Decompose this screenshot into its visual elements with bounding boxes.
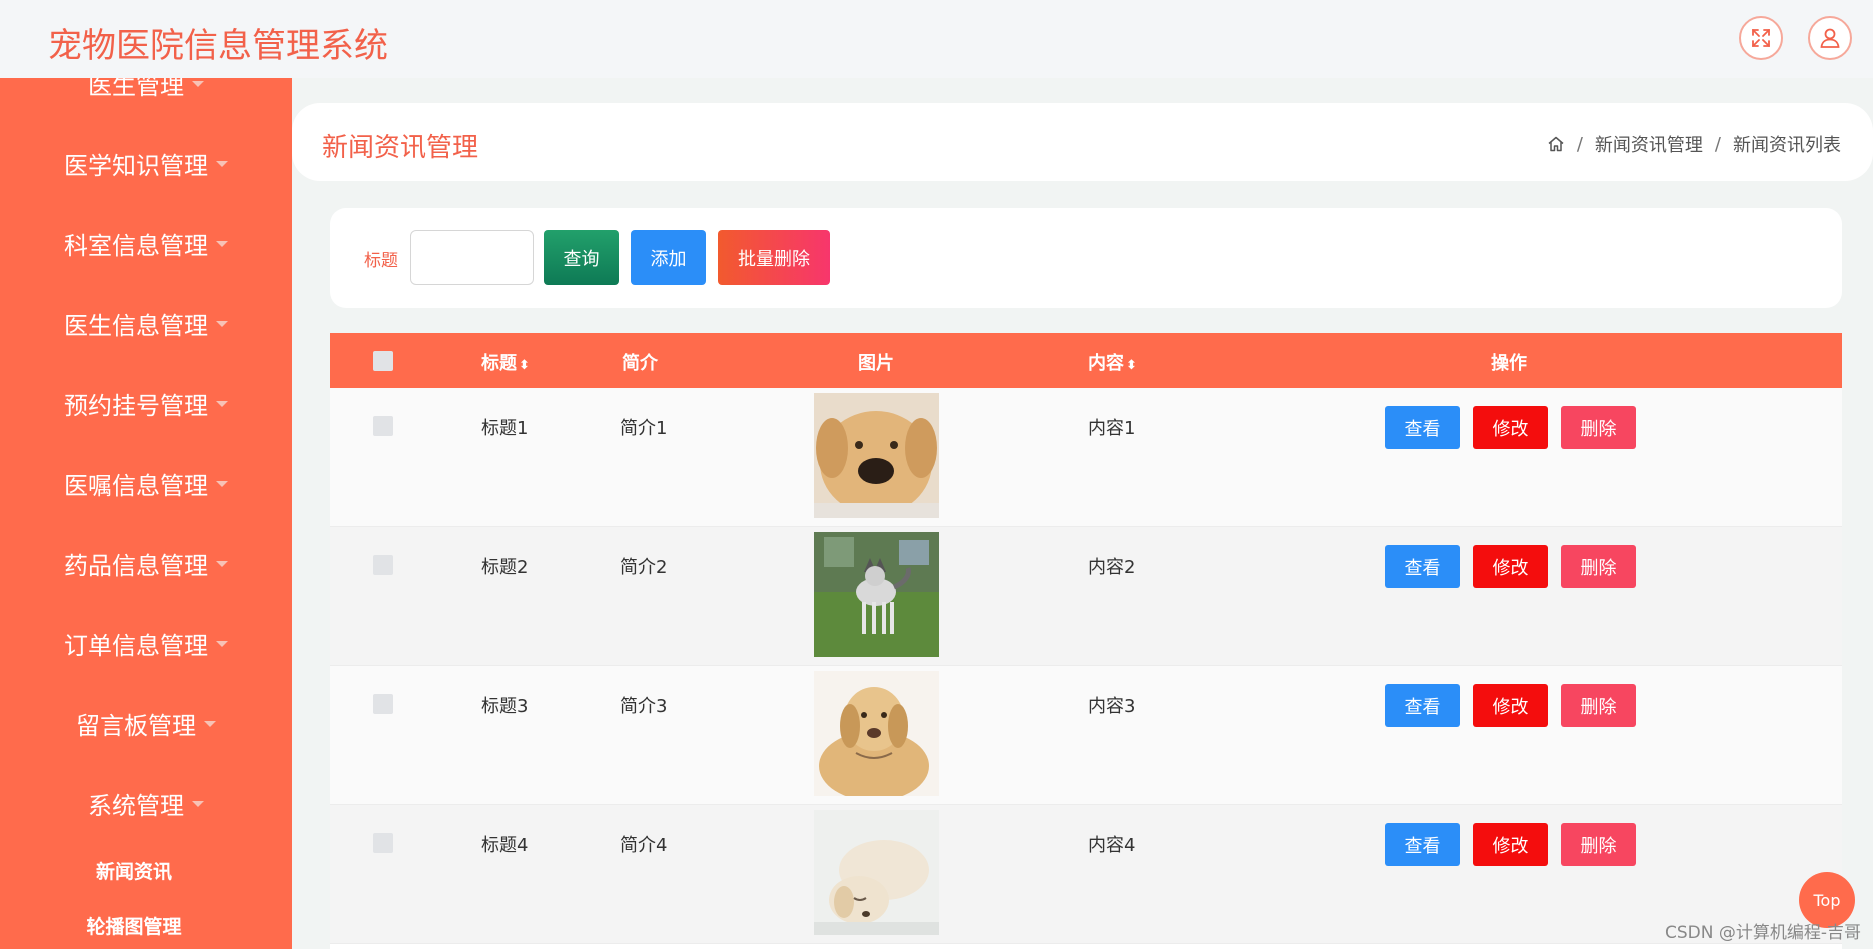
column-header-title[interactable]: 标题 ⬍ bbox=[481, 349, 530, 375]
chevron-down-icon bbox=[216, 161, 228, 167]
cell-title: 标题4 bbox=[481, 835, 529, 856]
sort-icon: ⬍ bbox=[519, 358, 530, 373]
column-header-actions: 操作 bbox=[1491, 353, 1527, 374]
breadcrumb-separator: / bbox=[1714, 133, 1721, 155]
edit-button[interactable]: 修改 bbox=[1473, 545, 1548, 588]
sidebar-item-doctor-info[interactable]: 医生信息管理 bbox=[0, 306, 292, 341]
row-checkbox[interactable] bbox=[373, 694, 393, 714]
cell-title: 标题3 bbox=[481, 696, 529, 717]
user-icon bbox=[1820, 28, 1840, 48]
fullscreen-icon bbox=[1752, 29, 1770, 47]
sidebar-item-doctor[interactable]: 医生管理 bbox=[0, 78, 292, 101]
table-row: 标题3 简介3 内容3 查看 修改 删除 bbox=[330, 666, 1842, 805]
chevron-down-icon bbox=[204, 721, 216, 727]
news-table: 标题 ⬍ 简介 图片 内容 ⬍ 操作 标题1 简介1 内容1 查看 修改 删除 … bbox=[330, 333, 1842, 949]
search-title-label: 标题 bbox=[364, 251, 398, 271]
fullscreen-button[interactable] bbox=[1739, 16, 1783, 60]
batch-delete-button[interactable]: 批量删除 bbox=[718, 230, 830, 285]
chevron-down-icon bbox=[216, 561, 228, 567]
search-title-input[interactable] bbox=[410, 230, 534, 285]
cell-summary: 简介1 bbox=[620, 418, 668, 439]
delete-button[interactable]: 删除 bbox=[1561, 406, 1636, 449]
breadcrumb-item-news-management[interactable]: 新闻资讯管理 bbox=[1595, 131, 1703, 157]
cell-title: 标题1 bbox=[481, 418, 529, 439]
chevron-down-icon bbox=[216, 401, 228, 407]
view-button[interactable]: 查看 bbox=[1385, 823, 1460, 866]
sidebar-subitem-carousel[interactable]: 轮播图管理 bbox=[0, 912, 268, 939]
chevron-down-icon bbox=[216, 241, 228, 247]
column-header-image: 图片 bbox=[858, 353, 894, 374]
news-image bbox=[814, 393, 939, 518]
sidebar-item-system[interactable]: 系统管理 bbox=[0, 786, 292, 821]
page-title: 新闻资讯管理 bbox=[322, 133, 479, 163]
breadcrumb-item-news-list: 新闻资讯列表 bbox=[1733, 135, 1841, 156]
cell-content: 内容3 bbox=[1088, 696, 1136, 717]
table-row: 标题2 简介2 内容2 查看 修改 删除 bbox=[330, 527, 1842, 666]
sidebar: 医生管理 医学知识管理 科室信息管理 医生信息管理 预约挂号管理 医嘱信息管理 … bbox=[0, 78, 292, 949]
sidebar-item-orders[interactable]: 订单信息管理 bbox=[0, 626, 292, 661]
news-image bbox=[814, 810, 939, 935]
cell-summary: 简介4 bbox=[620, 835, 668, 856]
main-content: 新闻资讯管理 / 新闻资讯管理 / 新闻资讯列表 标题 查询 添加 批量删除 标… bbox=[292, 78, 1873, 949]
top-header: 宠物医院信息管理系统 bbox=[0, 0, 1873, 78]
sidebar-item-appointment[interactable]: 预约挂号管理 bbox=[0, 386, 292, 421]
view-button[interactable]: 查看 bbox=[1385, 684, 1460, 727]
delete-button[interactable]: 删除 bbox=[1561, 545, 1636, 588]
chevron-down-icon bbox=[216, 641, 228, 647]
chevron-down-icon bbox=[192, 801, 204, 807]
add-button[interactable]: 添加 bbox=[631, 230, 706, 285]
sidebar-item-knowledge[interactable]: 医学知识管理 bbox=[0, 146, 292, 181]
view-button[interactable]: 查看 bbox=[1385, 545, 1460, 588]
delete-button[interactable]: 删除 bbox=[1561, 684, 1636, 727]
sidebar-item-medicine[interactable]: 药品信息管理 bbox=[0, 546, 292, 581]
sidebar-item-department[interactable]: 科室信息管理 bbox=[0, 226, 292, 261]
dog-photo-icon bbox=[814, 671, 939, 796]
delete-button[interactable]: 删除 bbox=[1561, 823, 1636, 866]
cell-summary: 简介3 bbox=[620, 696, 668, 717]
query-button[interactable]: 查询 bbox=[544, 230, 619, 285]
edit-button[interactable]: 修改 bbox=[1473, 406, 1548, 449]
breadcrumb: / 新闻资讯管理 / 新闻资讯列表 bbox=[1547, 131, 1841, 157]
home-icon[interactable] bbox=[1547, 135, 1565, 153]
table-header: 标题 ⬍ 简介 图片 内容 ⬍ 操作 bbox=[330, 333, 1842, 388]
cell-content: 内容1 bbox=[1088, 418, 1136, 439]
watermark: CSDN @计算机编程-吉哥 bbox=[1664, 923, 1861, 943]
chevron-down-icon bbox=[216, 481, 228, 487]
view-button[interactable]: 查看 bbox=[1385, 406, 1460, 449]
column-header-content[interactable]: 内容 ⬍ bbox=[1088, 349, 1137, 375]
table-row: 标题4 简介4 内容4 查看 修改 删除 bbox=[330, 805, 1842, 944]
edit-button[interactable]: 修改 bbox=[1473, 684, 1548, 727]
row-checkbox[interactable] bbox=[373, 833, 393, 853]
app-title: 宠物医院信息管理系统 bbox=[48, 26, 388, 66]
page-header-card: 新闻资讯管理 / 新闻资讯管理 / 新闻资讯列表 bbox=[292, 103, 1873, 181]
dog-photo-icon bbox=[814, 532, 939, 657]
dog-photo-icon bbox=[814, 393, 939, 518]
select-all-checkbox[interactable] bbox=[373, 351, 393, 371]
chevron-down-icon bbox=[216, 321, 228, 327]
sidebar-item-orders-medical[interactable]: 医嘱信息管理 bbox=[0, 466, 292, 501]
column-header-summary: 简介 bbox=[622, 353, 658, 374]
breadcrumb-separator: / bbox=[1576, 133, 1583, 155]
dog-photo-icon bbox=[814, 810, 939, 935]
news-image bbox=[814, 671, 939, 796]
sort-icon: ⬍ bbox=[1126, 358, 1137, 373]
row-checkbox[interactable] bbox=[373, 416, 393, 436]
user-button[interactable] bbox=[1808, 16, 1852, 60]
edit-button[interactable]: 修改 bbox=[1473, 823, 1548, 866]
sidebar-item-messages[interactable]: 留言板管理 bbox=[0, 706, 292, 741]
table-row: 标题1 简介1 内容1 查看 修改 删除 bbox=[330, 388, 1842, 527]
row-checkbox[interactable] bbox=[373, 555, 393, 575]
search-bar: 标题 查询 添加 批量删除 bbox=[330, 208, 1842, 308]
sidebar-subitem-news[interactable]: 新闻资讯 bbox=[0, 857, 268, 884]
chevron-down-icon bbox=[192, 81, 204, 87]
cell-content: 内容2 bbox=[1088, 557, 1136, 578]
cell-summary: 简介2 bbox=[620, 557, 668, 578]
news-image bbox=[814, 532, 939, 657]
cell-content: 内容4 bbox=[1088, 835, 1136, 856]
cell-title: 标题2 bbox=[481, 557, 529, 578]
